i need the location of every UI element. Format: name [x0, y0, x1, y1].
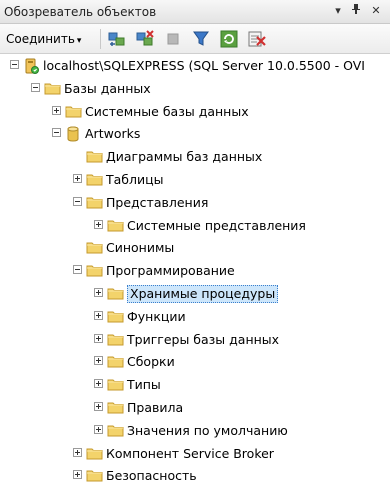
- collapse-icon[interactable]: [73, 196, 82, 206]
- tree-node-label: Триггеры базы данных: [127, 331, 280, 347]
- connect-button[interactable]: Соединить ▾: [6, 32, 81, 46]
- tree-node[interactable]: Сборки: [0, 351, 390, 373]
- toolbar-separator: [100, 29, 101, 49]
- tree-node-label: Базы данных: [64, 80, 151, 96]
- tree-node-label: Функции: [127, 308, 186, 324]
- tree-node-label: Синонимы: [106, 240, 175, 256]
- expand-icon[interactable]: [94, 288, 103, 297]
- expand-icon[interactable]: [73, 447, 82, 457]
- stop-icon[interactable]: [163, 29, 183, 49]
- expand-icon[interactable]: [94, 219, 103, 229]
- tree-node-label: Таблицы: [106, 172, 164, 187]
- folder-icon: [86, 195, 103, 209]
- tree-node[interactable]: Программирование: [0, 260, 390, 282]
- tree-node-label: Системные представления: [127, 217, 306, 233]
- expand-icon[interactable]: [52, 105, 61, 115]
- folder-icon: [65, 104, 82, 118]
- tree-node[interactable]: Синонимы: [0, 237, 390, 259]
- close-icon[interactable]: ✕: [368, 3, 384, 19]
- collapse-icon[interactable]: [73, 265, 82, 275]
- expand-icon[interactable]: [73, 174, 82, 183]
- folder-icon: [107, 423, 124, 437]
- tree-node-label: Диаграммы баз данных: [106, 149, 263, 165]
- tree-node[interactable]: Таблицы: [0, 169, 390, 191]
- tree-node[interactable]: Artworks: [0, 123, 390, 145]
- tree-node[interactable]: Триггеры базы данных: [0, 329, 390, 351]
- disconnect-icon[interactable]: [135, 29, 155, 49]
- expand-icon[interactable]: [94, 333, 103, 343]
- expand-icon[interactable]: [73, 470, 82, 480]
- activity-monitor-icon[interactable]: [247, 29, 267, 49]
- tree-node[interactable]: Хранимые процедуры: [0, 283, 390, 305]
- folder-icon: [107, 286, 124, 300]
- folder-icon: [107, 354, 124, 368]
- expand-icon[interactable]: [94, 424, 103, 434]
- folder-icon: [86, 172, 103, 186]
- folder-icon: [107, 309, 124, 323]
- tree-node-label: Значения по умолчанию: [127, 422, 288, 438]
- filter-icon[interactable]: [191, 29, 211, 49]
- tree-node-label: localhost\SQLEXPRESS (SQL Server 10.0.55…: [43, 58, 365, 73]
- chevron-down-icon: ▾: [76, 36, 82, 46]
- collapse-icon[interactable]: [10, 60, 19, 69]
- window-position-dropdown-icon[interactable]: ▾: [330, 3, 346, 19]
- tree-node[interactable]: Диаграммы баз данных: [0, 146, 390, 168]
- tree-node-label: Типы: [127, 377, 161, 393]
- auto-hide-pin-icon[interactable]: [348, 3, 364, 19]
- tree-node[interactable]: localhost\SQLEXPRESS (SQL Server 10.0.55…: [0, 55, 390, 77]
- tree-node[interactable]: Представления: [0, 192, 390, 214]
- expand-icon[interactable]: [94, 402, 103, 411]
- database-icon: [65, 126, 82, 142]
- folder-icon: [44, 81, 61, 95]
- tree-node[interactable]: Безопасность: [0, 465, 390, 487]
- collapse-icon[interactable]: [52, 128, 61, 138]
- tree-node[interactable]: Значения по умолчанию: [0, 420, 390, 442]
- tree-node-label: Сборки: [127, 354, 175, 370]
- tree-node-label: Системные базы данных: [85, 103, 249, 119]
- expand-icon[interactable]: [94, 379, 103, 389]
- folder-icon: [86, 240, 103, 254]
- tree-node-label: Хранимые процедуры: [127, 285, 279, 303]
- panel-title: Обозреватель объектов: [4, 5, 157, 19]
- folder-icon: [86, 446, 103, 460]
- folder-icon: [107, 332, 124, 346]
- object-explorer-titlebar: Обозреватель объектов ▾ ✕: [0, 0, 390, 24]
- connect-label: Соединить: [6, 32, 75, 46]
- connect-object-explorer-icon[interactable]: [107, 29, 127, 49]
- tree-node[interactable]: Системные представления: [0, 215, 390, 237]
- tree-node[interactable]: Типы: [0, 374, 390, 396]
- folder-icon: [107, 400, 124, 414]
- tree-node-label: Безопасность: [106, 468, 197, 484]
- object-explorer-toolbar: Соединить ▾: [0, 24, 390, 54]
- refresh-icon[interactable]: [219, 29, 239, 49]
- expand-icon[interactable]: [94, 356, 103, 366]
- server-icon: [23, 58, 40, 74]
- folder-icon: [86, 263, 103, 277]
- folder-icon: [86, 149, 103, 163]
- tree-node[interactable]: Функции: [0, 306, 390, 328]
- tree-node[interactable]: Системные базы данных: [0, 101, 390, 123]
- tree-node[interactable]: Правила: [0, 397, 390, 419]
- tree-node-label: Artworks: [85, 126, 141, 142]
- folder-icon: [86, 468, 103, 482]
- folder-icon: [107, 218, 124, 232]
- folder-icon: [107, 377, 124, 391]
- collapse-icon[interactable]: [31, 82, 40, 92]
- tree-node[interactable]: Компонент Service Broker: [0, 443, 390, 465]
- tree-node[interactable]: Базы данных: [0, 78, 390, 100]
- tree-node-label: Компонент Service Broker: [106, 445, 274, 461]
- object-explorer-tree: localhost\SQLEXPRESS (SQL Server 10.0.55…: [0, 55, 390, 492]
- tree-node-label: Представления: [106, 194, 209, 210]
- tree-node-label: Правила: [127, 400, 184, 415]
- expand-icon[interactable]: [94, 310, 103, 320]
- tree-node-label: Программирование: [106, 263, 235, 279]
